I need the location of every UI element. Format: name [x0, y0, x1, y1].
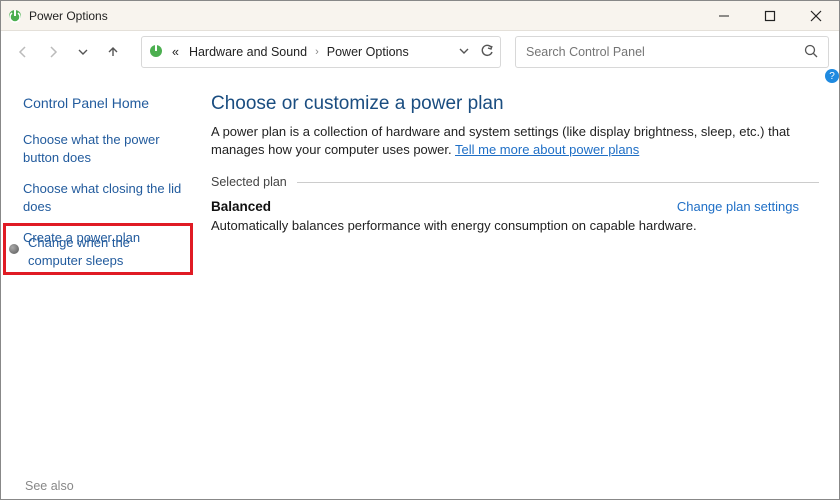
sidebar-link-lid[interactable]: Choose what closing the lid does	[21, 174, 201, 221]
sidebar-link-power-button[interactable]: Choose what the power button does	[21, 125, 201, 172]
power-options-icon	[7, 8, 23, 24]
divider	[297, 182, 819, 183]
main-panel: Choose or customize a power plan A power…	[201, 83, 819, 501]
minimize-button[interactable]	[701, 1, 747, 31]
back-button[interactable]	[11, 40, 35, 64]
sidebar: Control Panel Home Choose what the power…	[21, 83, 201, 501]
learn-more-link[interactable]: Tell me more about power plans	[455, 142, 639, 157]
titlebar: Power Options	[1, 1, 839, 31]
bullet-icon	[9, 244, 19, 254]
close-button[interactable]	[793, 1, 839, 31]
forward-button[interactable]	[41, 40, 65, 64]
address-dropdown-icon[interactable]	[458, 45, 470, 60]
breadcrumb-item[interactable]: Hardware and Sound	[187, 43, 309, 61]
up-button[interactable]	[101, 40, 125, 64]
chevron-right-icon: ›	[315, 46, 319, 58]
help-icon[interactable]: ?	[825, 69, 839, 83]
page-description: A power plan is a collection of hardware…	[211, 123, 819, 159]
see-also-label: See also	[25, 479, 74, 493]
plan-row: Balanced Change plan settings	[211, 199, 819, 214]
control-panel-icon	[148, 43, 164, 62]
page-heading: Choose or customize a power plan	[211, 93, 819, 115]
refresh-button[interactable]	[480, 44, 494, 61]
control-panel-home-link[interactable]: Control Panel Home	[21, 83, 201, 125]
section-header: Selected plan	[211, 175, 819, 189]
plan-description: Automatically balances performance with …	[211, 218, 819, 233]
navigation-bar: « Hardware and Sound › Power Options	[1, 31, 839, 73]
plan-name: Balanced	[211, 199, 271, 214]
recent-dropdown[interactable]	[71, 40, 95, 64]
breadcrumb-prefix: «	[170, 43, 181, 61]
address-bar[interactable]: « Hardware and Sound › Power Options	[141, 36, 501, 68]
sidebar-link-sleep[interactable]: Change when the computer sleeps	[28, 234, 182, 269]
maximize-button[interactable]	[747, 1, 793, 31]
change-plan-settings-link[interactable]: Change plan settings	[677, 199, 799, 214]
search-bar[interactable]	[515, 36, 829, 68]
search-icon[interactable]	[804, 44, 818, 61]
breadcrumb-item[interactable]: Power Options	[325, 43, 411, 61]
annotation-highlight: Change when the computer sleeps	[3, 223, 193, 275]
section-label: Selected plan	[211, 175, 287, 189]
search-input[interactable]	[526, 45, 804, 59]
content-area: ? Control Panel Home Choose what the pow…	[1, 73, 839, 501]
window-title: Power Options	[29, 9, 108, 23]
